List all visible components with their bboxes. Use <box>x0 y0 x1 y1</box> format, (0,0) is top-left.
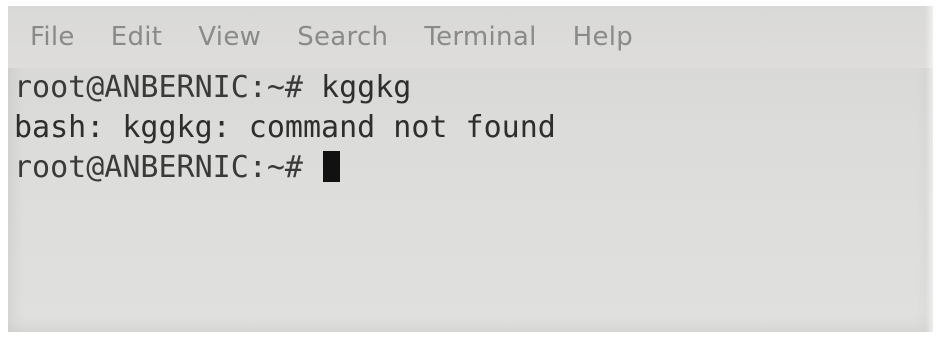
menu-bar: File Edit View Search Terminal Help <box>8 6 933 68</box>
terminal-line: bash: kggkg: command not found <box>14 108 933 148</box>
menu-search[interactable]: Search <box>297 22 388 52</box>
menu-view[interactable]: View <box>198 22 261 52</box>
terminal-line: root@ANBERNIC:~# <box>14 148 933 188</box>
terminal-window: File Edit View Search Terminal Help root… <box>8 6 933 332</box>
error-output: bash: kggkg: command not found <box>14 110 556 145</box>
menu-file[interactable]: File <box>30 22 75 52</box>
shell-prompt: root@ANBERNIC:~# <box>14 70 303 105</box>
command-text: kggkg <box>321 70 412 105</box>
terminal-line: root@ANBERNIC:~# kggkg <box>14 68 933 108</box>
terminal-output[interactable]: root@ANBERNIC:~# kggkg bash: kggkg: comm… <box>14 68 933 332</box>
menu-edit[interactable]: Edit <box>111 22 163 52</box>
shell-prompt: root@ANBERNIC:~# <box>14 150 303 185</box>
text-cursor <box>323 151 341 182</box>
menu-help[interactable]: Help <box>573 22 633 52</box>
window-edge <box>925 6 933 332</box>
menu-terminal[interactable]: Terminal <box>424 22 536 52</box>
